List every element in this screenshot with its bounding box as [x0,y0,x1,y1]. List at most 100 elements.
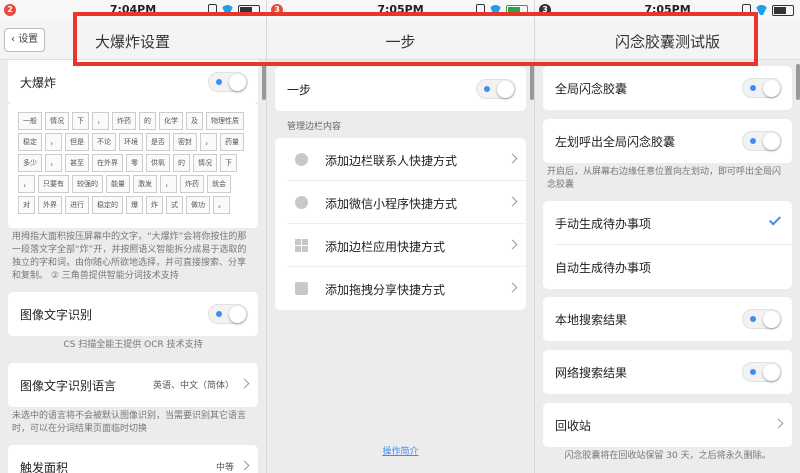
bigbang-token-demo: 一般 情况下，炸药的化学及物理性质 稳定，但是 不论 环境 是否 密封，药量 多少，甚至 在外界… [8,104,258,222]
token-chip[interactable]: 在外界 [92,154,123,172]
token-chip[interactable]: ， [18,175,35,193]
sidebar-content-list: 添加边栏联系人快捷方式 添加微信小程序快捷方式 添加边栏应用快捷方式 添加拖拽分… [275,138,526,310]
token-chip[interactable]: 情况 [193,154,217,172]
bigbang-settings-panel: 2 7:04PM ‹ 设置 大爆炸设置 大爆炸 一般 情况下，炸药的化学及物理性质… [0,0,266,473]
sidebar-item-mini-program[interactable]: 添加微信小程序快捷方式 [275,181,526,224]
global-capsule-card: 全局闪念胶囊 [543,66,792,110]
token-chip[interactable]: 供氧 [146,154,170,172]
swipe-capsule-card: 左划呼出全局闪念胶囊 [543,119,792,163]
trigger-area-row[interactable]: 触发面积 中等 [8,445,258,473]
todo-auto-label: 自动生成待办事项 [555,261,652,275]
token-chip[interactable]: 炸药 [180,175,204,193]
ocr-language-card[interactable]: 图像文字识别语言 英语、中文（简体） [8,363,258,407]
token-chip[interactable]: ， [160,175,177,193]
token-chip[interactable]: 及 [186,112,203,130]
one-step-card: 一步 [275,67,526,111]
sidebar-item-drag-share[interactable]: 添加拖拽分享快捷方式 [275,267,526,310]
token-chip[interactable]: 多少 [18,154,42,172]
grid-icon [295,239,308,252]
web-search-toggle[interactable] [742,362,782,382]
ocr-language-label: 图像文字识别语言 [20,379,117,393]
token-chip[interactable]: 能量 [106,175,130,193]
global-capsule-toggle[interactable] [742,78,782,98]
token-chip[interactable]: 的 [139,112,156,130]
token-chip[interactable]: 不论 [92,133,116,151]
token-chip[interactable]: 。 [213,196,230,214]
section-label: 管理边栏内容 [287,122,342,132]
token-chip[interactable]: ， [45,154,62,172]
token-chip[interactable]: 是否 [146,133,170,151]
bigbang-row: 大爆炸 [8,60,258,104]
token-chip[interactable]: 式 [166,196,183,214]
recycle-bin-label: 回收站 [555,419,592,433]
ocr-toggle[interactable] [208,304,248,324]
trigger-area-label: 触发面积 [20,461,69,473]
back-button[interactable]: ‹ 设置 [4,28,46,52]
token-chip[interactable]: 的 [173,154,190,172]
token-chip[interactable]: 密封 [173,133,197,151]
todo-manual-option[interactable]: 手动生成待办事项 [543,201,792,245]
token-chip[interactable]: 下 [220,154,237,172]
one-step-row: 一步 [275,67,526,111]
token-chip[interactable]: 就会 [207,175,231,193]
bigbang-toggle[interactable] [208,72,248,92]
token-chip[interactable]: 爆 [126,196,143,214]
token-chip[interactable]: 一般 [18,112,42,130]
token-chip[interactable]: 炸 [146,196,163,214]
token-chip[interactable]: 进行 [65,196,89,214]
chevron-right-icon [507,196,518,207]
token-chip[interactable]: 稳定的 [92,196,123,214]
token-chip[interactable]: 化学 [159,112,183,130]
ocr-language-row[interactable]: 图像文字识别语言 英语、中文（简体） [8,363,258,407]
bigbang-card: 大爆炸 [8,60,258,104]
token-chip[interactable]: 稳定 [18,133,42,151]
bigbang-label: 大爆炸 [20,76,57,90]
token-chip[interactable]: ， [200,133,217,151]
local-search-toggle[interactable] [742,309,782,329]
sidebar-item-label: 添加拖拽分享快捷方式 [325,283,446,297]
token-chip[interactable]: 只要有 [38,175,69,193]
chevron-right-icon [239,460,250,471]
token-chip[interactable]: 炸药 [112,112,136,130]
token-chip[interactable]: 环境 [119,133,143,151]
todo-mode-card: 手动生成待办事项 自动生成待办事项 [543,201,792,289]
swipe-capsule-toggle[interactable] [742,131,782,151]
token-chip[interactable]: 但是 [65,133,89,151]
token-chip[interactable]: 物理性质 [206,112,244,130]
share-icon [295,282,308,295]
sidebar-item-contacts[interactable]: 添加边栏联系人快捷方式 [275,138,526,181]
local-search-label: 本地搜索结果 [555,313,628,327]
token-chip[interactable]: 较强的 [72,175,103,193]
token-chip[interactable]: ， [45,133,62,151]
back-label: 设置 [18,34,39,45]
token-chip[interactable]: ， [92,112,109,130]
sidebar-item-apps[interactable]: 添加边栏应用快捷方式 [275,224,526,267]
token-chip[interactable]: 零 [126,154,143,172]
token-chip[interactable]: 下 [72,112,89,130]
swipe-capsule-label: 左划呼出全局闪念胶囊 [555,135,676,149]
one-step-panel: 3 7:05PM 一步 一步 管理边栏内容 添加边栏联系人快捷方式 添加微信小程… [266,0,534,473]
scrollbar[interactable] [796,64,800,100]
token-chip[interactable]: 药量 [220,133,244,151]
chevron-right-icon [507,153,518,164]
one-step-toggle[interactable] [476,79,516,99]
person-icon [295,153,308,166]
token-chip[interactable]: 激发 [133,175,157,193]
ocr-language-note: 未选中的语言将不会被默认图像识别，当需要识别其它语言时，可以在分词结果页面临时切… [12,411,247,434]
swipe-capsule-note: 开启后，从屏幕右边缘任意位置向左划动，即可呼出全局闪念胶囊 [547,167,782,190]
ocr-language-value: 英语、中文（简体） [152,381,234,391]
token-chip[interactable]: 对 [18,196,35,214]
trigger-area-card[interactable]: 触发面积 中等 [8,445,258,473]
intro-link[interactable]: 操作简介 [267,444,534,457]
chevron-right-icon [773,418,784,429]
todo-auto-option[interactable]: 自动生成待办事项 [543,245,792,289]
sidebar-item-label: 添加微信小程序快捷方式 [325,197,458,211]
recycle-bin-card[interactable]: 回收站 [543,403,792,447]
chevron-right-icon [239,378,250,389]
token-chip[interactable]: 情况 [45,112,69,130]
token-chip[interactable]: 外界 [38,196,62,214]
token-chip[interactable]: 甚至 [65,154,89,172]
trigger-area-value: 中等 [215,463,234,473]
token-chip[interactable]: 做功 [186,196,210,214]
web-search-card: 网络搜索结果 [543,350,792,394]
